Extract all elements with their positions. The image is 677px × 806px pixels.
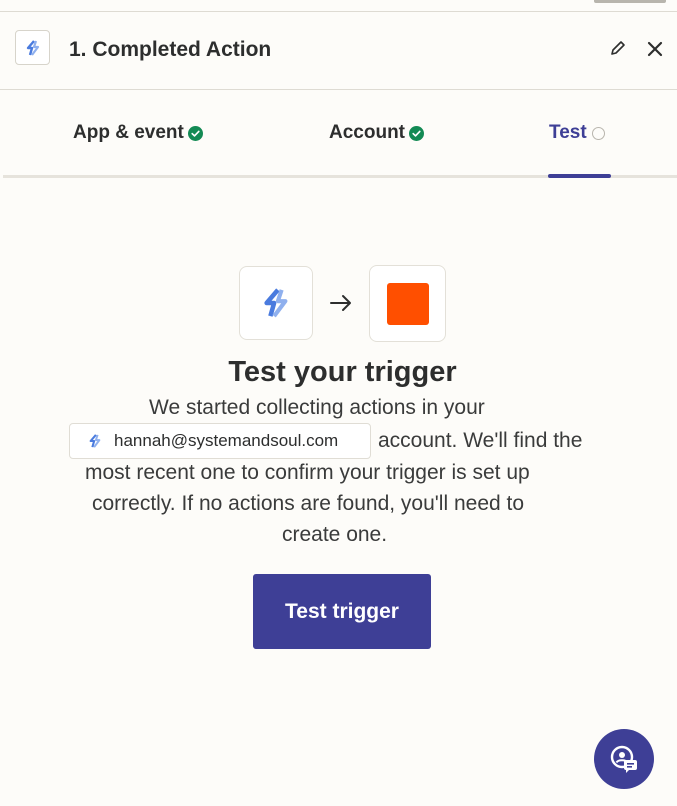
account-email: hannah@systemandsoul.com (114, 431, 339, 450)
tab-label: Test (549, 122, 587, 143)
top-strip (0, 0, 677, 12)
zapier-logo-icon (386, 282, 429, 325)
step-header: 1. Completed Action (0, 12, 677, 90)
description-line-3: most recent one to confirm your trigger … (85, 461, 530, 484)
pencil-icon[interactable] (608, 38, 628, 58)
description-line-4: correctly. If no actions are found, you'… (92, 492, 525, 515)
tab-label: App & event (73, 122, 184, 143)
panel-drag-handle[interactable] (594, 0, 666, 3)
app-logo-icon (264, 288, 288, 318)
test-trigger-button[interactable]: Test trigger (253, 574, 431, 649)
step-title: 1. Completed Action (69, 38, 272, 61)
zapier-app-card (369, 265, 446, 342)
app-logo-icon (26, 39, 39, 56)
check-circle-icon (187, 125, 203, 141)
page-heading: Test your trigger (228, 356, 457, 388)
tab-account[interactable]: Account (329, 122, 424, 144)
active-tab-indicator (548, 174, 611, 178)
app-logo (15, 30, 50, 65)
description-line-2: account. We'll find the (378, 429, 583, 452)
help-chat-icon (610, 745, 637, 773)
close-icon[interactable] (644, 38, 666, 60)
app-logo-icon (89, 434, 101, 448)
check-circle-icon (409, 125, 424, 141)
description-line-5: create one. (282, 523, 388, 546)
trigger-app-card (239, 266, 313, 340)
empty-circle-icon (591, 126, 605, 140)
description-line-1: We started collecting actions in your (149, 396, 485, 419)
account-chip: hannah@systemandsoul.com (69, 423, 371, 459)
tab-label: Account (329, 122, 405, 143)
tab-app-event[interactable]: App & event (73, 122, 203, 144)
help-chat-button[interactable] (594, 729, 654, 789)
tab-test[interactable]: Test (549, 122, 605, 144)
arrow-right-icon (330, 295, 351, 311)
